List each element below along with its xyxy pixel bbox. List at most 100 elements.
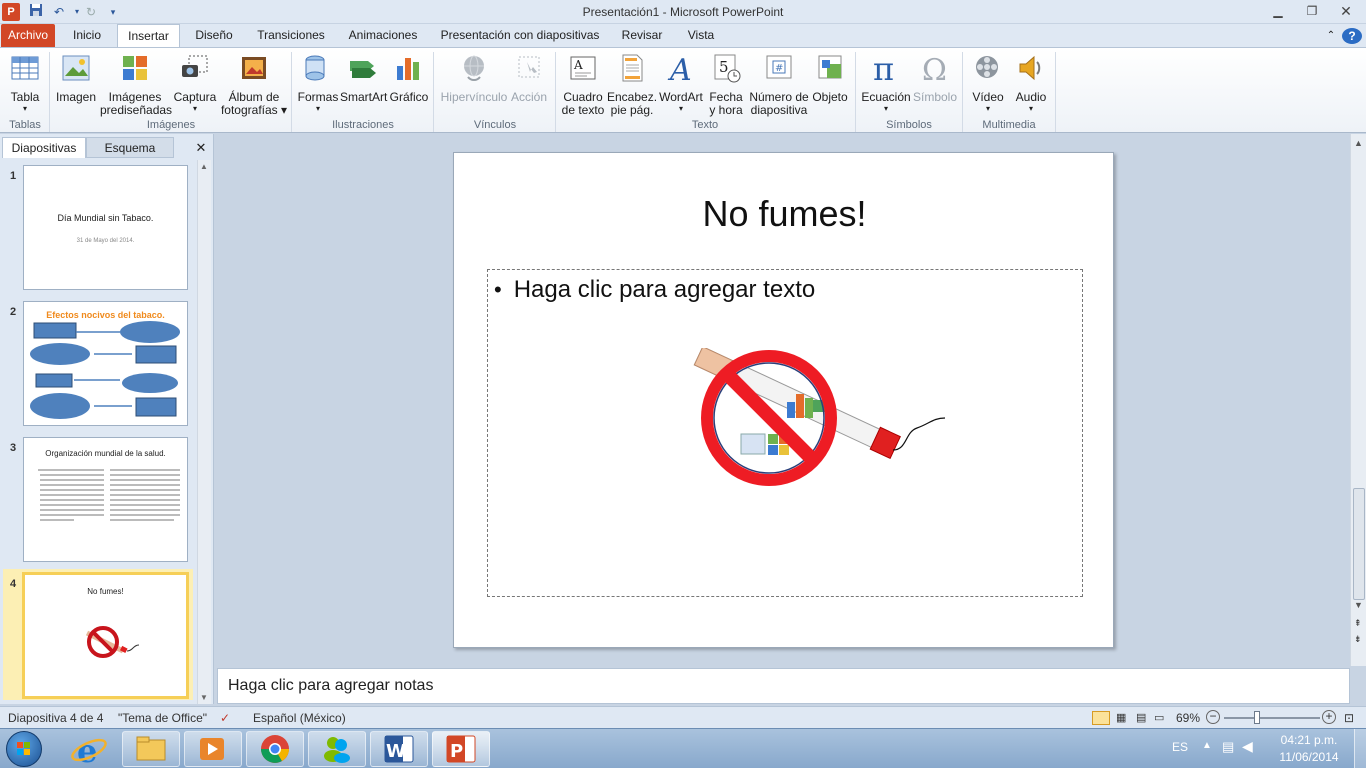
action-icon [518,56,540,78]
tab-presentacion[interactable]: Presentación con diapositivas [434,24,606,47]
group-multimedia: Multimedia [982,119,1036,131]
bullet-text[interactable]: • Haga clic para agregar texto [494,276,815,304]
scroll-thumb[interactable] [1353,488,1365,600]
messenger-icon[interactable] [308,731,366,767]
imagen-button[interactable]: Imagen [54,52,98,104]
input-language[interactable]: ES [1172,740,1188,754]
previous-slide-icon[interactable]: ⇞ [1354,618,1362,629]
grafico-button[interactable]: Gráfico [388,52,430,104]
theme-name[interactable]: "Tema de Office" [118,711,207,725]
smartart-button[interactable]: SmartArt [340,52,387,104]
audio-button[interactable]: Audio ▾ [1010,52,1052,113]
accion-label: Acción [510,90,548,104]
zoom-slider-thumb[interactable] [1254,711,1261,724]
ribbon: Tabla ▾ Imagen Imágenes prediseñadas Captu… [0,47,1366,133]
slideshow-icon[interactable]: ▭ [1154,711,1164,724]
collapse-ribbon-icon[interactable]: ⌃ [1322,24,1340,47]
tab-animaciones[interactable]: Animaciones [340,24,426,47]
spellcheck-icon[interactable]: ✓ [220,711,230,725]
notes-pane[interactable]: Haga clic para agregar notas [217,668,1350,704]
volume-icon[interactable]: ◀ [1242,738,1253,755]
zoom-level[interactable]: 69% [1176,711,1200,725]
clock-date[interactable]: 11/06/2014 [1274,750,1344,764]
tab-revisar[interactable]: Revisar [614,24,670,47]
network-icon[interactable]: ▤ [1222,739,1234,755]
object-icon [818,55,842,79]
captura-button[interactable]: Captura ▾ [172,52,218,113]
content-placeholder[interactable]: • Haga clic para agregar texto [487,269,1083,597]
slide-thumbnail-1[interactable]: Día Mundial sin Tabaco. 31 de Mayo del 2… [23,165,188,290]
tab-archivo[interactable]: Archivo [1,24,55,47]
fecha-hora-button[interactable]: 5 Fecha y hora [705,52,747,117]
no-smoking-image[interactable] [683,348,953,488]
imagenes-label-2: prediseñadas [100,103,173,117]
fit-to-window-icon[interactable]: ⊡ [1344,711,1354,725]
zoom-out-icon[interactable]: − [1206,710,1220,724]
language[interactable]: Español (México) [253,711,346,725]
scroll-down-icon[interactable]: ▼ [200,693,208,702]
start-button[interactable] [6,731,42,767]
tab-diseno[interactable]: Diseño [186,24,242,47]
simbolo-label: Símbolo [912,90,958,104]
close-pane-icon[interactable]: ✕ [192,137,210,158]
file-explorer-icon[interactable] [122,731,180,767]
formas-button[interactable]: Formas ▾ [296,52,340,113]
media-player-icon[interactable] [184,731,242,767]
simbolo-button[interactable]: Ω Símbolo [912,52,958,104]
next-slide-icon[interactable]: ⇟ [1354,634,1362,645]
video-button[interactable]: Vídeo ▾ [966,52,1010,113]
slide-thumbnail-4[interactable]: No fumes! [22,572,189,699]
slide-title[interactable]: No fumes! [454,193,1115,235]
minimize-button[interactable]: ▁ [1264,1,1292,21]
clipart-icon [123,56,147,80]
encabezado-button[interactable]: Encabez. pie pág. [607,52,657,117]
tabla-button[interactable]: Tabla ▾ [4,52,46,113]
zoom-in-icon[interactable]: + [1322,710,1336,724]
show-desktop-button[interactable] [1354,729,1366,768]
slide-number-icon: # [766,55,792,79]
wordart-button[interactable]: A WordArt ▾ [657,52,705,113]
close-button[interactable]: ✕ [1332,1,1360,21]
objeto-button[interactable]: Objeto [810,52,850,104]
slide-sorter-icon[interactable]: ▦ [1116,711,1126,724]
tab-insertar[interactable]: Insertar [117,24,180,48]
tab-vista[interactable]: Vista [678,24,724,47]
slide-thumbnail-3[interactable]: Organización mundial de la salud. [23,437,188,562]
tab-inicio[interactable]: Inicio [60,24,114,47]
hipervinculo-button[interactable]: Hipervínculo [438,52,510,104]
restore-button[interactable]: ❐ [1298,1,1326,21]
slide-thumbnail-2[interactable]: Efectos nocivos del tabaco. [23,301,188,426]
zoom-slider[interactable] [1224,711,1320,724]
chrome-icon[interactable] [246,731,304,767]
reading-view-icon[interactable]: ▤ [1136,711,1146,724]
scroll-up-icon[interactable]: ▲ [1354,138,1363,148]
accion-button[interactable]: Acción [508,52,550,104]
clock-time[interactable]: 04:21 p.m. [1274,733,1344,747]
scroll-down-icon[interactable]: ▼ [1354,600,1363,610]
slide-scrollbar[interactable]: ▲ ▼ ⇞ ⇟ [1350,134,1366,666]
word-icon[interactable]: W [370,731,428,767]
notes-placeholder[interactable]: Haga clic para agregar notas [228,677,433,695]
tab-diapositivas[interactable]: Diapositivas [2,137,86,158]
show-hidden-icons-icon[interactable]: ▲ [1202,740,1212,751]
no-smoking-thumbnail-icon [85,626,140,658]
scroll-up-icon[interactable]: ▲ [200,162,208,171]
tab-esquema[interactable]: Esquema [86,137,174,158]
imagenes-prediseñadas-button[interactable]: Imágenes prediseñadas [100,52,173,117]
photo-album-icon [242,57,266,79]
numero-diapositiva-button[interactable]: # Número de diapositiva [748,52,810,117]
svg-text:π: π [873,52,894,84]
slide-canvas[interactable]: No fumes! • Haga clic para agregar texto [453,152,1114,648]
cuadro-texto-button[interactable]: A Cuadro de texto [559,52,607,117]
pane-scrollbar[interactable]: ▲ ▼ [197,160,211,704]
omega-icon: Ω [922,53,947,88]
help-icon[interactable]: ? [1342,28,1362,44]
windows-taskbar: e W P ES ▲ ▤ ◀ 04:21 p.m. 11/06/2014 [0,728,1366,768]
ie-icon[interactable]: e [64,732,114,768]
album-button[interactable]: Álbum de fotografías ▾ [220,52,288,117]
ecuacion-button[interactable]: π Ecuación ▾ [860,50,912,113]
svg-text:#: # [775,63,783,74]
tab-transiciones[interactable]: Transiciones [250,24,332,47]
normal-view-icon[interactable] [1092,711,1110,725]
powerpoint-icon[interactable]: P [432,731,490,767]
